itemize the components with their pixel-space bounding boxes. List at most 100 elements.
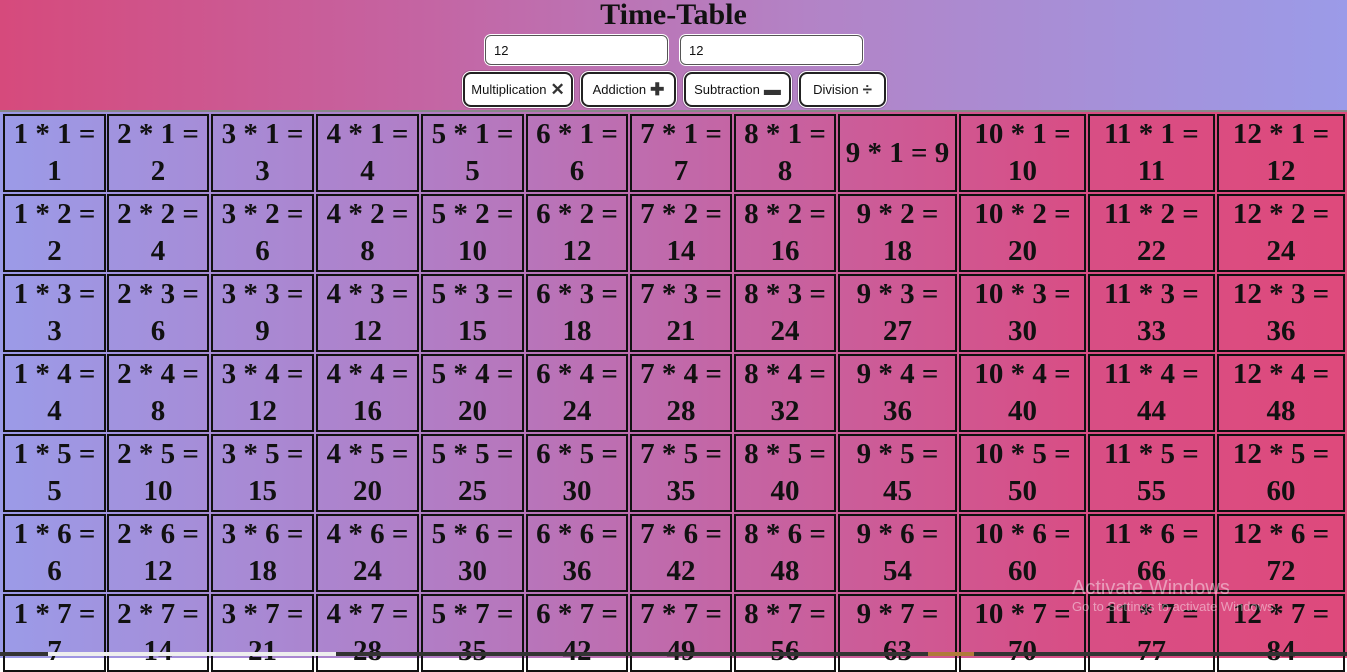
- table-cell: 6 * 2 = 12: [526, 194, 628, 272]
- table-cell: 2 * 2 = 4: [107, 194, 209, 272]
- table-cell: 10 * 5 = 50: [959, 434, 1086, 512]
- table-cell: 5 * 5 = 25: [421, 434, 524, 512]
- table-cell: 9 * 5 = 45: [838, 434, 957, 512]
- time-table-grid: 1 * 1 = 12 * 1 = 23 * 1 = 34 * 1 = 45 * …: [0, 110, 1347, 672]
- table-cell: 3 * 6 = 18: [211, 514, 314, 592]
- table-cell: 11 * 2 = 22: [1088, 194, 1215, 272]
- table-cell: 2 * 5 = 10: [107, 434, 209, 512]
- table-cell: 10 * 6 = 60: [959, 514, 1086, 592]
- table-cell: 11 * 4 = 44: [1088, 354, 1215, 432]
- table-cell: 12 * 4 = 48: [1217, 354, 1345, 432]
- table-cell: 3 * 4 = 12: [211, 354, 314, 432]
- table-cell: 1 * 5 = 5: [3, 434, 106, 512]
- division-button-label: Division: [813, 82, 859, 97]
- header-panel: Time-Table Multiplication ✕ Addiction ✚ …: [0, 0, 1347, 110]
- table-cell: 3 * 5 = 15: [211, 434, 314, 512]
- table-cell: 7 * 3 = 21: [630, 274, 732, 352]
- table-cell: 10 * 1 = 10: [959, 114, 1086, 192]
- table-cell: 4 * 1 = 4: [316, 114, 419, 192]
- table-cell: 12 * 3 = 36: [1217, 274, 1345, 352]
- table-cell: 2 * 7 = 14: [107, 594, 209, 672]
- table-cell: 3 * 1 = 3: [211, 114, 314, 192]
- table-cell: 1 * 1 = 1: [3, 114, 106, 192]
- table-cell: 11 * 7 = 77: [1088, 594, 1215, 672]
- plus-icon: ✚: [650, 80, 665, 99]
- table-cell: 9 * 3 = 27: [838, 274, 957, 352]
- divide-icon: ÷: [862, 80, 872, 99]
- subtraction-button-label: Subtraction: [694, 82, 760, 97]
- page-title: Time-Table: [600, 0, 747, 31]
- scrollbar-thumb[interactable]: [48, 652, 336, 656]
- table-cell: 7 * 7 = 49: [630, 594, 732, 672]
- table-cell: 12 * 1 = 12: [1217, 114, 1345, 192]
- scrollbar-marker: [928, 652, 974, 656]
- multiplication-button[interactable]: Multiplication ✕: [463, 72, 573, 107]
- minus-icon: ▬: [763, 80, 781, 99]
- table-cell: 10 * 4 = 40: [959, 354, 1086, 432]
- table-cell: 2 * 6 = 12: [107, 514, 209, 592]
- table-cell: 9 * 2 = 18: [838, 194, 957, 272]
- table-cell: 6 * 3 = 18: [526, 274, 628, 352]
- table-cell: 5 * 6 = 30: [421, 514, 524, 592]
- table-cell: 4 * 6 = 24: [316, 514, 419, 592]
- table-cell: 9 * 7 = 63: [838, 594, 957, 672]
- table-cell: 5 * 7 = 35: [421, 594, 524, 672]
- table-cell: 6 * 4 = 24: [526, 354, 628, 432]
- table-cell: 8 * 2 = 16: [734, 194, 836, 272]
- table-cell: 12 * 2 = 24: [1217, 194, 1345, 272]
- table-cell: 6 * 1 = 6: [526, 114, 628, 192]
- table-cell: 8 * 1 = 8: [734, 114, 836, 192]
- table-cell: 1 * 3 = 3: [3, 274, 106, 352]
- division-button[interactable]: Division ÷: [799, 72, 886, 107]
- table-cell: 9 * 1 = 9: [838, 114, 957, 192]
- table-cell: 12 * 6 = 72: [1217, 514, 1345, 592]
- table-cell: 9 * 6 = 54: [838, 514, 957, 592]
- table-cell: 6 * 7 = 42: [526, 594, 628, 672]
- table-cell: 10 * 2 = 20: [959, 194, 1086, 272]
- table-cell: 1 * 4 = 4: [3, 354, 106, 432]
- table-cell: 7 * 4 = 28: [630, 354, 732, 432]
- table-cell: 12 * 7 = 84: [1217, 594, 1345, 672]
- table-cell: 4 * 4 = 16: [316, 354, 419, 432]
- table-cell: 11 * 5 = 55: [1088, 434, 1215, 512]
- table-cell: 5 * 3 = 15: [421, 274, 524, 352]
- table-cell: 8 * 7 = 56: [734, 594, 836, 672]
- addiction-button-label: Addiction: [592, 82, 647, 97]
- table-cell: 10 * 3 = 30: [959, 274, 1086, 352]
- table-cell: 8 * 5 = 40: [734, 434, 836, 512]
- table-cell: 8 * 6 = 48: [734, 514, 836, 592]
- table-cell: 7 * 1 = 7: [630, 114, 732, 192]
- table-cell: 1 * 2 = 2: [3, 194, 106, 272]
- table-cell: 6 * 6 = 36: [526, 514, 628, 592]
- table-cell: 8 * 4 = 32: [734, 354, 836, 432]
- table-cell: 10 * 7 = 70: [959, 594, 1086, 672]
- table-cell: 7 * 2 = 14: [630, 194, 732, 272]
- table-cell: 7 * 6 = 42: [630, 514, 732, 592]
- table-cell: 6 * 5 = 30: [526, 434, 628, 512]
- table-cell: 8 * 3 = 24: [734, 274, 836, 352]
- second-number-input[interactable]: [680, 35, 863, 65]
- table-cell: 3 * 2 = 6: [211, 194, 314, 272]
- table-cell: 2 * 4 = 8: [107, 354, 209, 432]
- table-cell: 2 * 1 = 2: [107, 114, 209, 192]
- first-number-input[interactable]: [485, 35, 668, 65]
- multiplication-button-label: Multiplication: [471, 82, 547, 97]
- table-cell: 9 * 4 = 36: [838, 354, 957, 432]
- table-cell: 2 * 3 = 6: [107, 274, 209, 352]
- table-cell: 3 * 7 = 21: [211, 594, 314, 672]
- table-cell: 1 * 6 = 6: [3, 514, 106, 592]
- table-cell: 11 * 3 = 33: [1088, 274, 1215, 352]
- multiply-icon: ✕: [550, 80, 565, 99]
- table-cell: 5 * 4 = 20: [421, 354, 524, 432]
- table-cell: 11 * 1 = 11: [1088, 114, 1215, 192]
- table-cell: 12 * 5 = 60: [1217, 434, 1345, 512]
- table-cell: 3 * 3 = 9: [211, 274, 314, 352]
- table-cell: 4 * 3 = 12: [316, 274, 419, 352]
- table-cell: 5 * 1 = 5: [421, 114, 524, 192]
- table-cell: 1 * 7 = 7: [3, 594, 106, 672]
- table-cell: 4 * 5 = 20: [316, 434, 419, 512]
- table-cell: 11 * 6 = 66: [1088, 514, 1215, 592]
- subtraction-button[interactable]: Subtraction ▬: [684, 72, 791, 107]
- addiction-button[interactable]: Addiction ✚: [581, 72, 676, 107]
- table-cell: 7 * 5 = 35: [630, 434, 732, 512]
